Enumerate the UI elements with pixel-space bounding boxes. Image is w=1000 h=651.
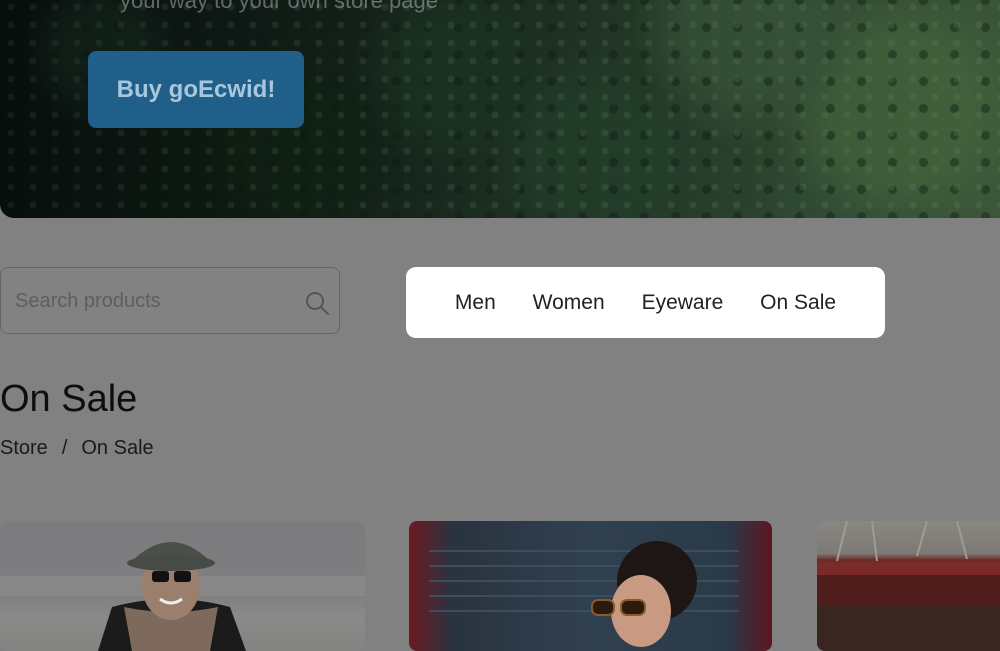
category-men[interactable]: Men xyxy=(455,291,496,315)
product-image-red-truck xyxy=(817,521,1000,651)
product-image-man-hat xyxy=(0,542,365,651)
category-nav: Men Women Eyeware On Sale xyxy=(406,267,885,338)
category-on-sale[interactable]: On Sale xyxy=(760,291,836,315)
category-women[interactable]: Women xyxy=(533,291,605,315)
page-title: On Sale xyxy=(0,378,138,420)
breadcrumb-current: On Sale xyxy=(81,437,154,459)
search-icon[interactable] xyxy=(304,290,330,316)
product-card[interactable] xyxy=(817,521,1000,651)
breadcrumb-store[interactable]: Store xyxy=(0,437,48,459)
category-eyeware[interactable]: Eyeware xyxy=(642,291,724,315)
search-input[interactable] xyxy=(13,268,297,335)
hero-tagline: your way to your own store page xyxy=(120,0,438,13)
product-image-woman-sunglasses xyxy=(429,541,739,647)
buy-button[interactable]: Buy goEcwid! xyxy=(88,51,304,128)
breadcrumb: Store / On Sale xyxy=(0,437,154,460)
breadcrumb-separator: / xyxy=(61,437,68,459)
product-card[interactable] xyxy=(409,521,772,651)
search-box[interactable] xyxy=(0,267,340,335)
product-card[interactable] xyxy=(0,521,365,651)
